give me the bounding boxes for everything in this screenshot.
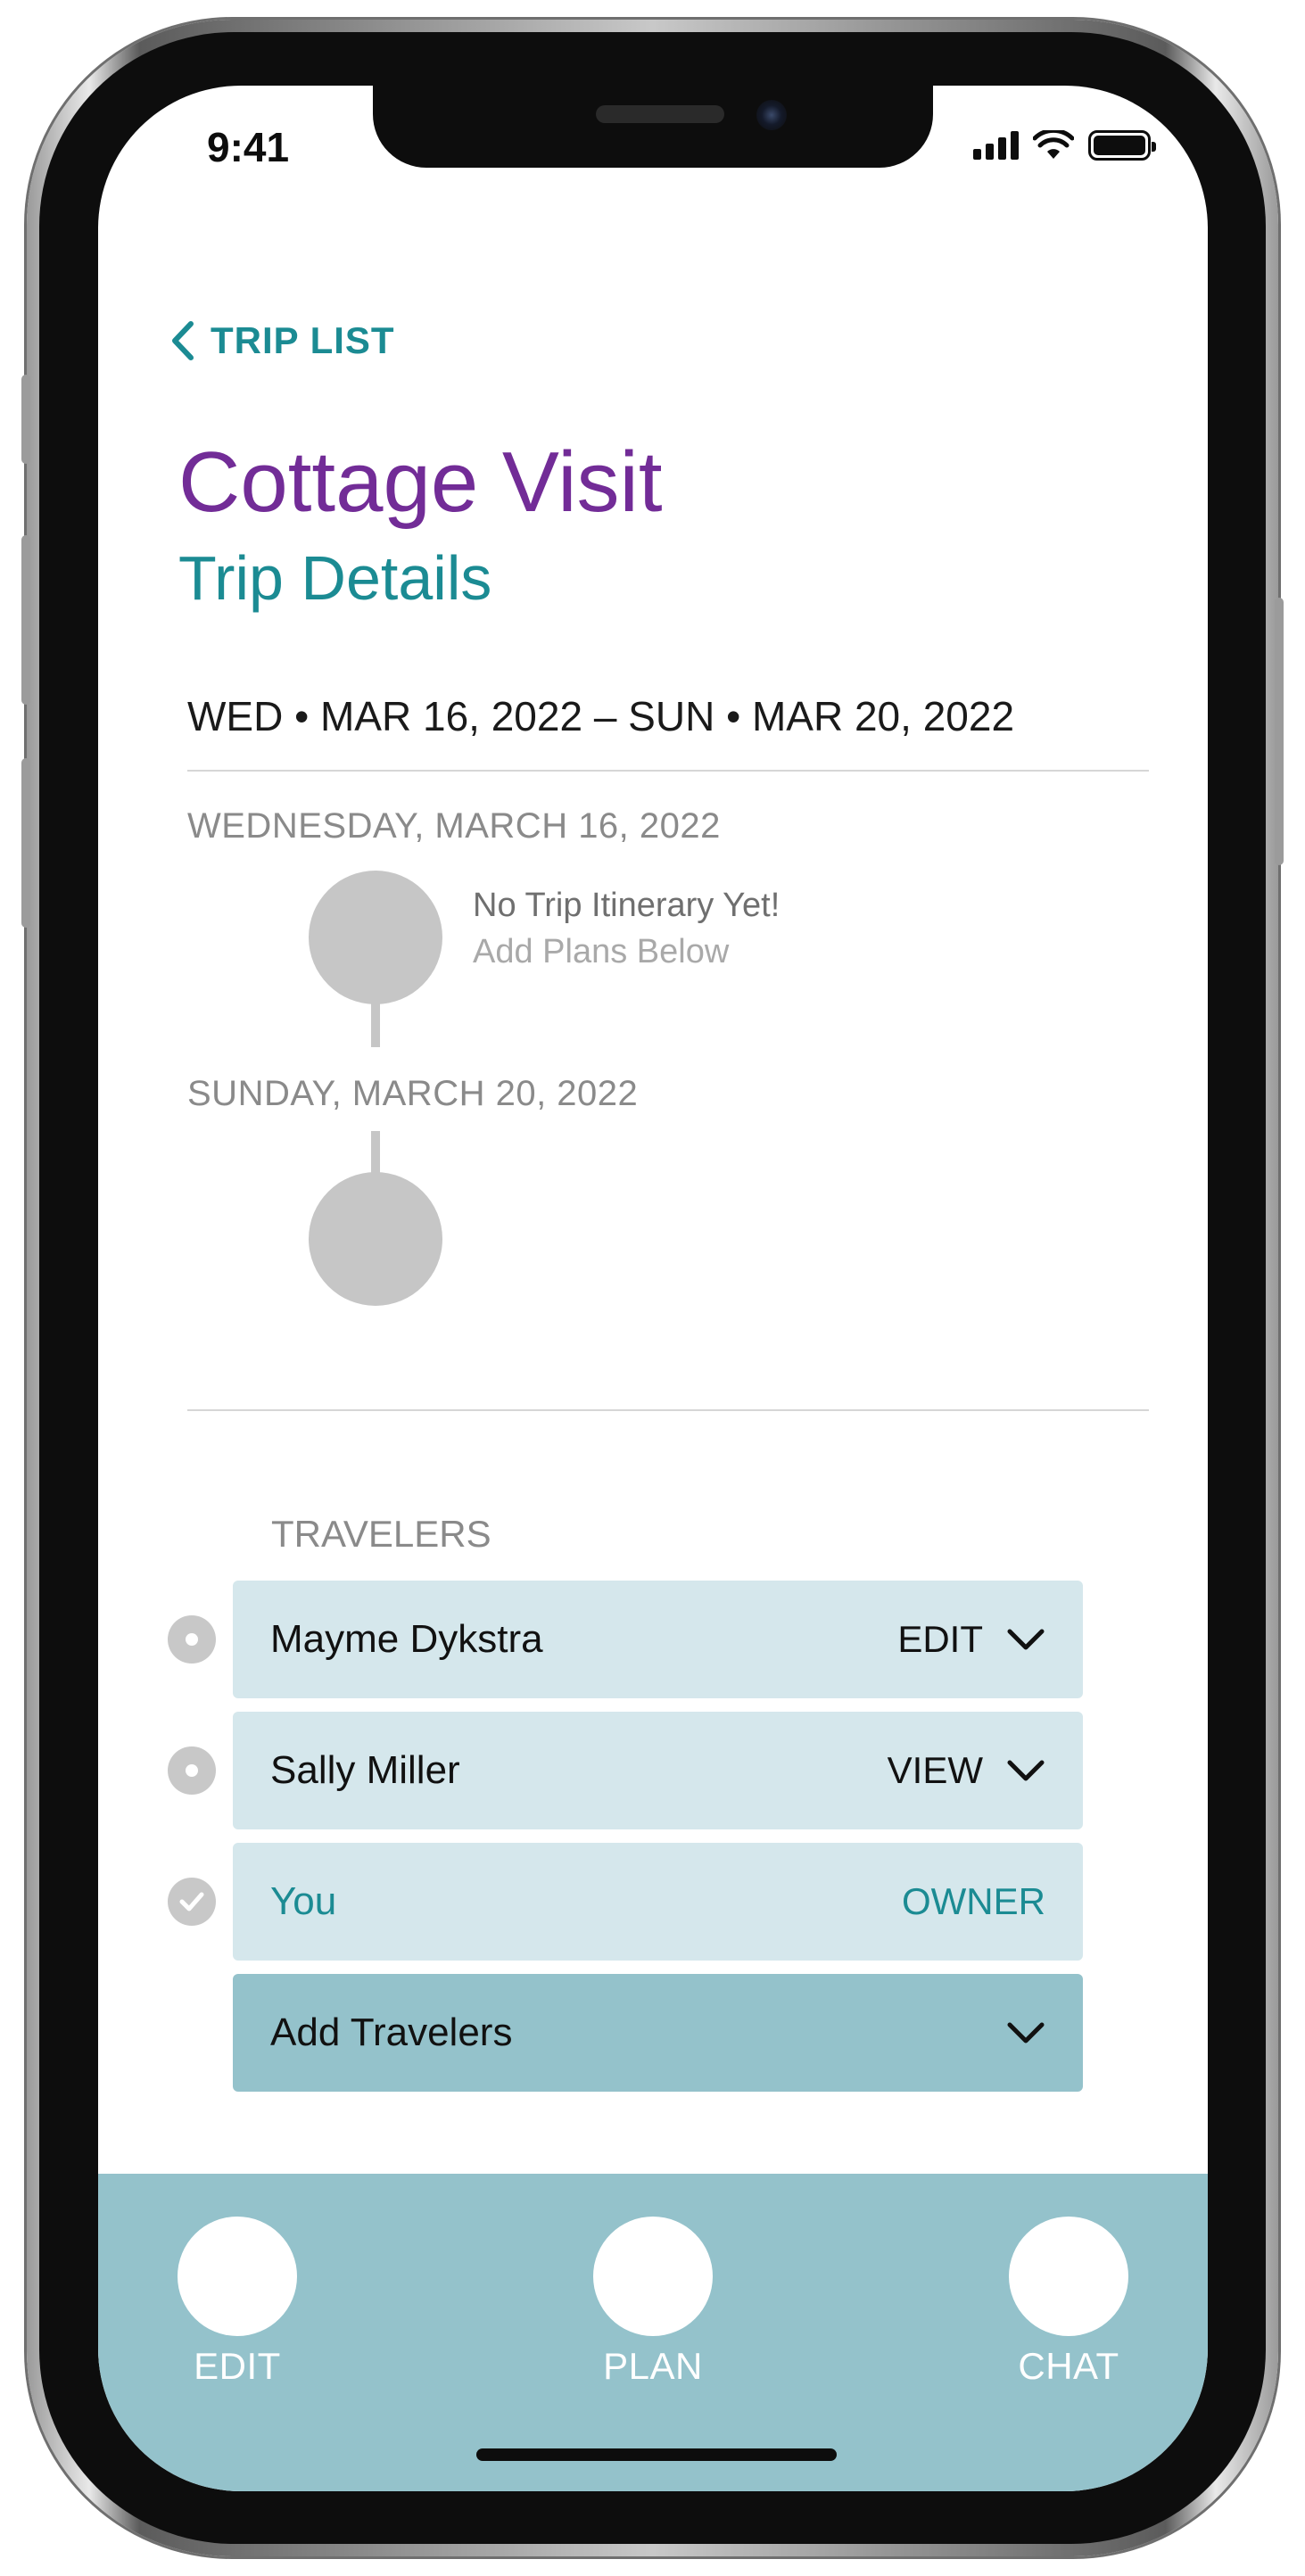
bottom-tab-bar: EDIT PLAN CHAT <box>98 2174 1208 2491</box>
traveler-name: Sally Miller <box>270 1748 460 1792</box>
chevron-left-icon <box>172 321 194 360</box>
notch <box>373 86 933 168</box>
back-link-label: TRIP LIST <box>211 319 395 361</box>
page-subtitle: Trip Details <box>178 543 492 613</box>
trip-date-range[interactable]: WED • MAR 16, 2022 – SUN • MAR 20, 2022 <box>187 692 1014 740</box>
chevron-down-icon <box>1007 1629 1045 1650</box>
checkmark-circle-icon <box>168 1878 216 1926</box>
traveler-name: You <box>270 1879 337 1923</box>
traveler-permission-dropdown[interactable]: EDIT <box>897 1618 1045 1661</box>
travelers-section-label: TRAVELERS <box>271 1513 491 1555</box>
page-title: Cottage Visit <box>178 434 663 530</box>
chevron-down-icon <box>1007 2022 1045 2043</box>
traveler-radio-icon[interactable] <box>168 1746 216 1795</box>
traveler-name: Mayme Dykstra <box>270 1617 543 1661</box>
front-camera-icon <box>756 100 787 130</box>
add-travelers-dropdown[interactable]: Add Travelers <box>233 1974 1083 2092</box>
timeline-connector <box>371 1131 380 1176</box>
status-time: 9:41 <box>207 124 290 170</box>
mute-switch <box>21 375 30 464</box>
plan-tab-icon <box>593 2217 713 2336</box>
chat-tab-icon <box>1009 2217 1128 2336</box>
wifi-icon <box>1033 130 1074 159</box>
battery-level <box>1094 136 1145 155</box>
divider <box>187 770 1149 772</box>
tab-plan[interactable]: PLAN <box>564 2217 742 2388</box>
tab-chat[interactable]: CHAT <box>979 2217 1158 2388</box>
add-travelers-label: Add Travelers <box>270 2010 513 2054</box>
traveler-owner-label: OWNER <box>902 1880 1045 1922</box>
itinerary-empty-hint: Add Plans Below <box>473 933 730 970</box>
speaker-grille <box>596 105 724 123</box>
tab-label: CHAT <box>1018 2345 1119 2387</box>
cellular-signal-icon <box>973 131 1019 160</box>
volume-up-button <box>21 535 30 705</box>
itinerary-empty-title: No Trip Itinerary Yet! <box>473 887 781 924</box>
day-label-start: WEDNESDAY, MARCH 16, 2022 <box>187 806 721 846</box>
volume-down-button <box>21 758 30 928</box>
timeline-node-end[interactable] <box>309 1172 442 1306</box>
traveler-radio-icon[interactable] <box>168 1615 216 1664</box>
divider <box>187 1409 1149 1411</box>
tab-edit[interactable]: EDIT <box>148 2217 326 2388</box>
chevron-down-icon <box>1007 1760 1045 1781</box>
traveler-row[interactable]: Mayme Dykstra EDIT <box>233 1581 1083 1698</box>
traveler-permission-dropdown[interactable]: VIEW <box>888 1749 1045 1792</box>
traveler-permission-label: EDIT <box>897 1618 983 1660</box>
edit-tab-icon <box>178 2217 297 2336</box>
tab-label: EDIT <box>194 2345 281 2387</box>
traveler-row-self: You OWNER <box>233 1843 1083 1961</box>
timeline-connector <box>371 1003 380 1047</box>
timeline-node-start[interactable] <box>309 871 442 1004</box>
battery-icon <box>1088 130 1156 161</box>
status-icons <box>973 130 1156 161</box>
day-label-end: SUNDAY, MARCH 20, 2022 <box>187 1074 639 1113</box>
traveler-permission-label: VIEW <box>887 1749 983 1791</box>
home-indicator[interactable] <box>476 2448 837 2461</box>
phone-screen: 9:41 TRIP LIST Cottage Visit Trip Detail… <box>98 86 1208 2491</box>
power-button <box>1275 598 1284 865</box>
tab-label: PLAN <box>603 2345 703 2387</box>
back-to-trip-list-link[interactable]: TRIP LIST <box>169 319 395 362</box>
traveler-row[interactable]: Sally Miller VIEW <box>233 1712 1083 1829</box>
